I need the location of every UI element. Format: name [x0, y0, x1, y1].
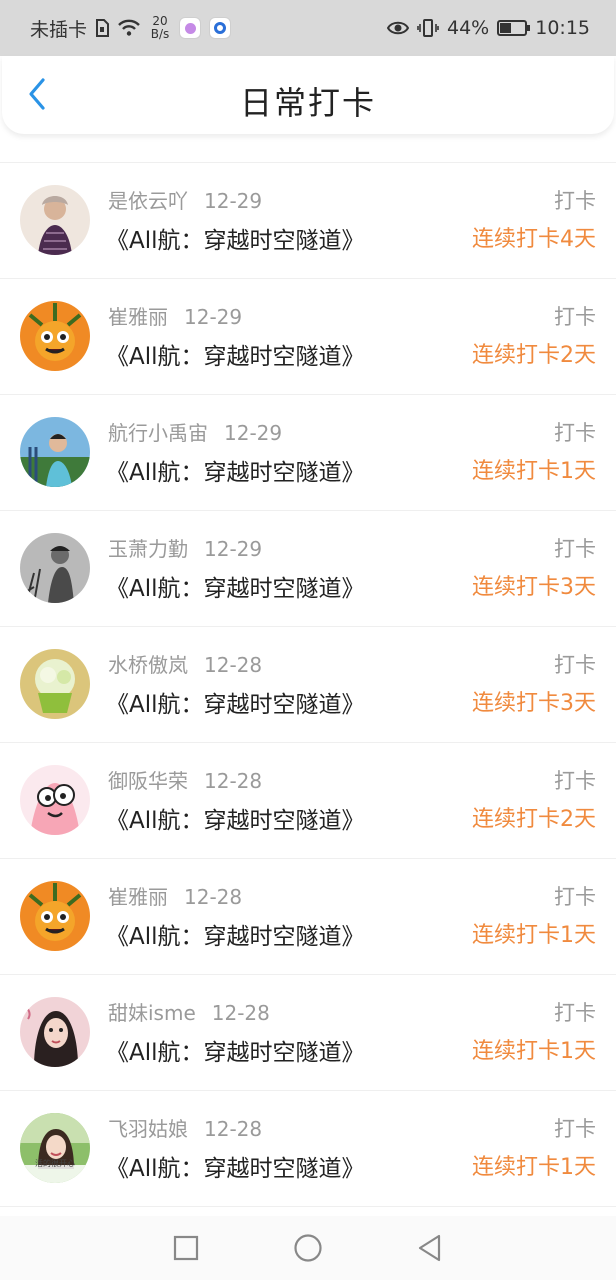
streak-badge: 连续打卡1天 — [472, 1155, 596, 1180]
list-item[interactable]: 活的很开心 飞羽姑娘 12-28 打卡《All航：穿越时空隧道》 连续打卡1天 — [0, 1091, 616, 1207]
course-title[interactable]: 《All航：穿越时空隧道》 — [106, 453, 365, 487]
avatar[interactable]: 活的很开心 — [20, 1113, 90, 1183]
streak-badge: 连续打卡3天 — [472, 691, 596, 716]
course-title[interactable]: 《All航：穿越时空隧道》 — [106, 917, 365, 951]
course-title[interactable]: 《All航：穿越时空隧道》 — [106, 801, 365, 835]
system-nav-bar — [0, 1216, 616, 1280]
avatar[interactable] — [20, 533, 90, 603]
sim-icon — [96, 19, 110, 37]
course-title[interactable]: 《All航：穿越时空隧道》 — [106, 221, 365, 255]
checkin-label: 打卡 — [554, 1117, 596, 1141]
entry-meta: 甜妹isme 12-28 — [108, 997, 270, 1026]
entry-date: 12-28 — [211, 1001, 270, 1025]
navigation-bar: 日常打卡 — [2, 56, 614, 134]
entry-date: 12-28 — [184, 885, 243, 909]
net-speed: 20 B/s — [149, 15, 171, 41]
course-title[interactable]: 《All航：穿越时空隧道》 — [106, 1033, 365, 1067]
status-right: 44% 10:15 — [387, 17, 590, 39]
avatar[interactable] — [20, 185, 90, 255]
checkin-label: 打卡 — [554, 885, 596, 909]
user-name[interactable]: 是依云吖 — [108, 189, 188, 213]
streak-badge: 连续打卡3天 — [472, 575, 596, 600]
streak-badge: 连续打卡1天 — [472, 1039, 596, 1064]
list-item[interactable]: 水桥傲岚 12-28 打卡《All航：穿越时空隧道》 连续打卡3天 — [0, 627, 616, 743]
avatar-caption: 活的很开心 — [35, 1159, 75, 1168]
entry-meta: 御阪华荣 12-28 — [108, 765, 262, 794]
list-item[interactable]: 御阪华荣 12-28 打卡《All航：穿越时空隧道》 连续打卡2天 — [0, 743, 616, 859]
entry-meta: 玉萧力勤 12-29 — [108, 533, 262, 562]
status-left: 未插卡 20 B/s — [30, 15, 232, 42]
checkin-label: 打卡 — [554, 189, 596, 213]
streak-badge: 连续打卡1天 — [472, 459, 596, 484]
avatar[interactable] — [20, 301, 90, 371]
eye-icon — [387, 21, 409, 35]
avatar[interactable] — [20, 649, 90, 719]
streak-badge: 连续打卡1天 — [472, 923, 596, 948]
entry-meta: 航行小禹宙 12-29 — [108, 417, 282, 446]
checkin-label: 打卡 — [554, 421, 596, 445]
streak-badge: 连续打卡4天 — [472, 227, 596, 252]
recent-apps-icon[interactable] — [171, 1233, 201, 1263]
checkin-label: 打卡 — [554, 769, 596, 793]
course-title[interactable]: 《All航：穿越时空隧道》 — [106, 337, 365, 371]
checkin-list: 是依云吖 12-29 打卡 《All航：穿越时空隧道》 连续打卡4天 崔雅丽 12-29 打卡… — [0, 105, 616, 1207]
entry-date: 12-29 — [204, 537, 263, 561]
course-title[interactable]: 《All航：穿越时空隧道》 — [106, 569, 365, 603]
entry-date: 12-29 — [184, 305, 243, 329]
avatar[interactable] — [20, 997, 90, 1067]
entry-date: 12-29 — [224, 421, 283, 445]
battery-icon — [497, 20, 531, 36]
entry-date: 12-29 — [204, 189, 263, 213]
net-speed-unit: B/s — [150, 27, 170, 41]
avatar[interactable] — [20, 881, 90, 951]
page-title: 日常打卡 — [239, 84, 376, 122]
user-name[interactable]: 航行小禹宙 — [108, 421, 208, 445]
clock: 10:15 — [535, 17, 590, 39]
back-triangle-icon[interactable] — [415, 1233, 445, 1263]
checkin-label: 打卡 — [554, 305, 596, 329]
list-item[interactable]: 甜妹isme 12-28 打卡《All航：穿越时空隧道》 连续打卡1天 — [0, 975, 616, 1091]
app-notification-icon — [179, 17, 202, 39]
course-title[interactable]: 《All航：穿越时空隧道》 — [106, 685, 365, 719]
home-icon[interactable] — [293, 1233, 323, 1263]
entry-date: 12-28 — [204, 1117, 263, 1141]
entry-date: 12-28 — [204, 769, 263, 793]
list-item[interactable]: 崔雅丽 12-28 打卡《All航：穿越时空隧道》 连续打卡1天 — [0, 859, 616, 975]
streak-badge: 连续打卡2天 — [472, 807, 596, 832]
checkin-label: 打卡 — [554, 653, 596, 677]
entry-date: 12-28 — [204, 653, 263, 677]
user-name[interactable]: 飞羽姑娘 — [108, 1117, 188, 1141]
vibrate-icon — [417, 19, 439, 37]
status-bar: 未插卡 20 B/s 44% 10:15 — [0, 0, 616, 56]
entry-meta: 崔雅丽 12-29 — [108, 301, 242, 330]
carrier-text: 未插卡 — [30, 18, 88, 41]
course-title[interactable]: 《All航：穿越时空隧道》 — [106, 1149, 365, 1183]
list-item[interactable]: 崔雅丽 12-29 打卡《All航：穿越时空隧道》 连续打卡2天 — [0, 279, 616, 395]
app-notification-icon — [209, 17, 232, 39]
entry-meta: 是依云吖 12-29 — [108, 185, 262, 214]
list-item[interactable]: 玉萧力勤 12-29 打卡《All航：穿越时空隧道》 连续打卡3天 — [0, 511, 616, 627]
avatar[interactable] — [20, 417, 90, 487]
battery-percent: 44% — [447, 17, 490, 39]
entry-meta: 崔雅丽 12-28 — [108, 881, 242, 910]
list-item[interactable]: 航行小禹宙 12-29 打卡《All航：穿越时空隧道》 连续打卡1天 — [0, 395, 616, 511]
user-name[interactable]: 崔雅丽 — [108, 885, 168, 909]
entry-meta: 飞羽姑娘 12-28 — [108, 1113, 262, 1142]
checkin-label: 打卡 — [554, 537, 596, 561]
user-name[interactable]: 甜妹isme — [108, 1001, 196, 1025]
user-name[interactable]: 玉萧力勤 — [108, 537, 188, 561]
user-name[interactable]: 御阪华荣 — [108, 769, 188, 793]
avatar[interactable] — [20, 765, 90, 835]
entry-meta: 水桥傲岚 12-28 — [108, 649, 262, 678]
list-item[interactable]: 是依云吖 12-29 打卡《All航：穿越时空隧道》 连续打卡4天 — [0, 163, 616, 279]
user-name[interactable]: 水桥傲岚 — [108, 653, 188, 677]
streak-badge: 连续打卡2天 — [472, 343, 596, 368]
checkin-label: 打卡 — [554, 1001, 596, 1025]
wifi-icon — [118, 19, 140, 36]
user-name[interactable]: 崔雅丽 — [108, 305, 168, 329]
battery-fill — [500, 23, 512, 33]
